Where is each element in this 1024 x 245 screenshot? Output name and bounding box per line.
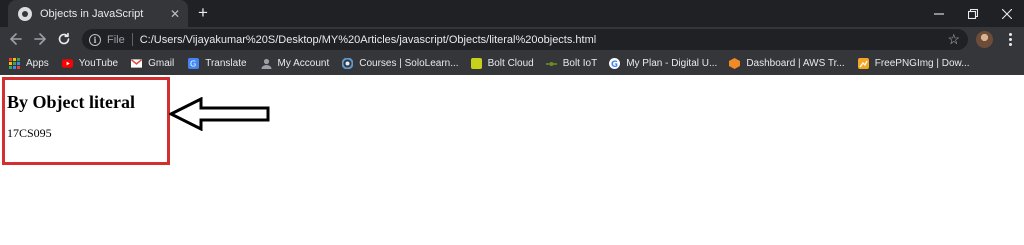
globe-favicon-icon: [18, 6, 32, 21]
browser-toolbar: i File C:/Users/Vijayakumar%20S/Desktop/…: [0, 27, 1024, 52]
bookmark-label: Courses | SoloLearn...: [359, 58, 459, 69]
page-content: By Object literal 17CS095: [0, 75, 1024, 245]
title-bar: Objects in JavaScript ✕ +: [0, 0, 1024, 27]
url-scheme-label: File: [107, 33, 125, 46]
bolt-cloud-icon: [470, 58, 482, 69]
translate-icon: G: [188, 58, 200, 69]
bookmark-label: My Account: [277, 58, 330, 69]
bookmark-star-icon[interactable]: ☆: [947, 31, 960, 47]
address-bar[interactable]: i File C:/Users/Vijayakumar%20S/Desktop/…: [82, 29, 968, 50]
bookmark-item[interactable]: Bolt Cloud: [470, 52, 534, 75]
window-controls: [922, 0, 1024, 27]
restore-icon: [968, 8, 978, 19]
youtube-icon: [61, 58, 73, 69]
apps-grid-icon: [9, 58, 20, 69]
page-text: 17CS095: [7, 126, 52, 140]
bookmark-label: Bolt Cloud: [487, 58, 534, 69]
minimize-button[interactable]: [922, 0, 956, 27]
new-tab-button[interactable]: +: [192, 2, 214, 24]
page-heading: By Object literal: [7, 92, 135, 112]
bookmark-label: Bolt IoT: [562, 58, 598, 69]
gmail-icon: [131, 58, 143, 69]
bookmark-label: YouTube: [78, 58, 119, 69]
back-button[interactable]: [6, 29, 26, 49]
bookmark-item[interactable]: My Account: [261, 52, 330, 75]
google-g-icon: G: [609, 58, 621, 69]
bookmark-item[interactable]: Dashboard | AWS Tr...: [729, 52, 845, 75]
reload-button[interactable]: [54, 29, 74, 49]
svg-text:G: G: [190, 60, 196, 69]
bookmark-item[interactable]: G Translate: [188, 52, 247, 75]
bookmark-label: FreePNGImg | Dow...: [874, 58, 970, 69]
bookmark-item[interactable]: Courses | SoloLearn...: [342, 52, 459, 75]
info-icon[interactable]: i: [89, 33, 101, 46]
freepngimg-icon: [857, 58, 869, 69]
tab-title: Objects in JavaScript: [40, 7, 144, 20]
browser-tab[interactable]: Objects in JavaScript ✕: [8, 0, 188, 27]
profile-avatar[interactable]: [976, 31, 993, 48]
restore-button[interactable]: [956, 0, 990, 27]
address-separator: [131, 33, 133, 46]
bookmark-label: Dashboard | AWS Tr...: [746, 58, 845, 69]
arrow-left-icon: [10, 33, 22, 45]
bookmark-item[interactable]: YouTube: [61, 52, 119, 75]
sololearn-icon: [342, 58, 354, 69]
bookmark-item[interactable]: Gmail: [131, 52, 174, 75]
google-account-icon: [261, 58, 272, 69]
close-icon: [1002, 8, 1012, 19]
forward-button[interactable]: [30, 29, 50, 49]
minimize-icon: [934, 12, 944, 15]
url-text[interactable]: C:/Users/Vijayakumar%20S/Desktop/MY%20Ar…: [140, 34, 596, 46]
bolt-iot-icon: [545, 58, 557, 69]
reload-icon: [58, 32, 70, 45]
browser-menu-button[interactable]: [1004, 32, 1016, 47]
highlight-box: [2, 77, 170, 165]
bookmark-item[interactable]: FreePNGImg | Dow...: [857, 52, 970, 75]
bookmark-label: My Plan - Digital U...: [626, 58, 718, 69]
bookmark-item[interactable]: Bolt IoT: [545, 52, 598, 75]
svg-text:G: G: [611, 60, 618, 69]
bookmarks-bar: Apps YouTube Gmail G Translate My Account Cour…: [0, 52, 1024, 75]
bookmark-label: Translate: [205, 58, 247, 69]
bookmark-label: Apps: [26, 58, 49, 69]
aws-icon: [729, 58, 741, 69]
annotation-arrow-icon: [169, 97, 270, 131]
bookmark-item[interactable]: G My Plan - Digital U...: [609, 52, 717, 75]
tab-close-button[interactable]: ✕: [168, 7, 182, 21]
bookmark-item[interactable]: Apps: [9, 52, 49, 75]
bookmark-label: Gmail: [148, 58, 175, 69]
arrow-right-icon: [34, 33, 46, 45]
close-window-button[interactable]: [990, 0, 1024, 27]
